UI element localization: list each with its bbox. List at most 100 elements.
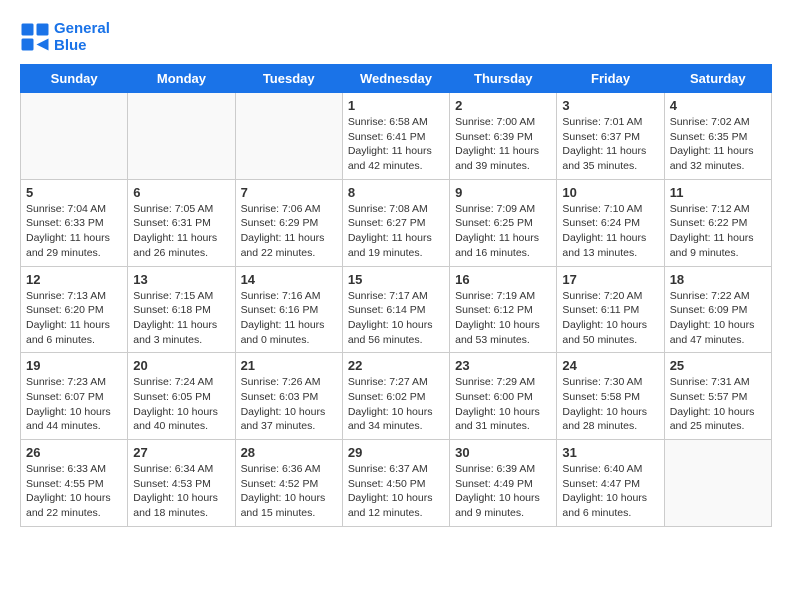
calendar-cell: 14 Sunrise: 7:16 AM Sunset: 6:16 PM Dayli… [235, 266, 342, 353]
day-number: 31 [562, 445, 658, 460]
day-info: Sunrise: 7:26 AM Sunset: 6:03 PM Dayligh… [241, 375, 337, 434]
week-row-0: 1Sunrise: 6:58 AM Sunset: 6:41 PM Daylig… [21, 93, 772, 180]
calendar-cell: 25Sunrise: 7:31 AM Sunset: 5:57 PM Dayli… [664, 353, 771, 440]
calendar-table: SundayMondayTuesdayWednesdayThursdayFrid… [20, 64, 772, 527]
day-number: 8 [348, 185, 444, 200]
calendar-cell: 23 Sunrise: 7:29 AM Sunset: 6:00 PM Dayli… [450, 353, 557, 440]
week-row-3: 19 Sunrise: 7:23 AM Sunset: 6:07 PM Dayli… [21, 353, 772, 440]
day-headers-row: SundayMondayTuesdayWednesdayThursdayFrid… [21, 65, 772, 93]
week-row-2: 12 Sunrise: 7:13 AM Sunset: 6:20 PM Dayli… [21, 266, 772, 353]
day-info: Sunrise: 7:20 AM Sunset: 6:11 PM Dayligh… [562, 289, 658, 348]
day-header-tuesday: Tuesday [235, 65, 342, 93]
day-info: Sunrise: 7:16 AM Sunset: 6:16 PM Dayligh… [241, 289, 337, 348]
page-header: GeneralBlue [20, 20, 772, 54]
calendar-cell: 5Sunrise: 7:04 AM Sunset: 6:33 PM Daylig… [21, 179, 128, 266]
day-header-saturday: Saturday [664, 65, 771, 93]
calendar-cell: 17 Sunrise: 7:20 AM Sunset: 6:11 PM Dayli… [557, 266, 664, 353]
day-number: 25 [670, 358, 766, 373]
day-info: Sunrise: 6:37 AM Sunset: 4:50 PM Dayligh… [348, 462, 444, 521]
calendar-cell [128, 93, 235, 180]
day-number: 23 [455, 358, 551, 373]
day-info: Sunrise: 7:22 AM Sunset: 6:09 PM Dayligh… [670, 289, 766, 348]
day-number: 18 [670, 272, 766, 287]
day-number: 4 [670, 98, 766, 113]
day-info: Sunrise: 7:00 AM Sunset: 6:39 PM Dayligh… [455, 115, 551, 174]
calendar-cell: 24 Sunrise: 7:30 AM Sunset: 5:58 PM Dayli… [557, 353, 664, 440]
calendar-cell: 26 Sunrise: 6:33 AM Sunset: 4:55 PM Dayli… [21, 440, 128, 527]
calendar-cell: 19 Sunrise: 7:23 AM Sunset: 6:07 PM Dayli… [21, 353, 128, 440]
day-number: 6 [133, 185, 229, 200]
calendar-cell [235, 93, 342, 180]
day-info: Sunrise: 7:30 AM Sunset: 5:58 PM Dayligh… [562, 375, 658, 434]
day-info: Sunrise: 7:10 AM Sunset: 6:24 PM Dayligh… [562, 202, 658, 261]
day-number: 26 [26, 445, 122, 460]
day-info: Sunrise: 7:23 AM Sunset: 6:07 PM Dayligh… [26, 375, 122, 434]
calendar-cell: 27 Sunrise: 6:34 AM Sunset: 4:53 PM Dayli… [128, 440, 235, 527]
day-number: 20 [133, 358, 229, 373]
day-header-wednesday: Wednesday [342, 65, 449, 93]
day-number: 22 [348, 358, 444, 373]
calendar-cell: 28Sunrise: 6:36 AM Sunset: 4:52 PM Dayli… [235, 440, 342, 527]
calendar-cell: 18 Sunrise: 7:22 AM Sunset: 6:09 PM Dayli… [664, 266, 771, 353]
day-info: Sunrise: 7:15 AM Sunset: 6:18 PM Dayligh… [133, 289, 229, 348]
calendar-cell: 16Sunrise: 7:19 AM Sunset: 6:12 PM Dayli… [450, 266, 557, 353]
day-number: 28 [241, 445, 337, 460]
calendar-cell: 4Sunrise: 7:02 AM Sunset: 6:35 PM Daylig… [664, 93, 771, 180]
calendar-cell [664, 440, 771, 527]
day-number: 12 [26, 272, 122, 287]
calendar-cell: 3Sunrise: 7:01 AM Sunset: 6:37 PM Daylig… [557, 93, 664, 180]
calendar-cell: 7 Sunrise: 7:06 AM Sunset: 6:29 PM Daylig… [235, 179, 342, 266]
day-info: Sunrise: 6:33 AM Sunset: 4:55 PM Dayligh… [26, 462, 122, 521]
day-number: 14 [241, 272, 337, 287]
calendar-cell: 22 Sunrise: 7:27 AM Sunset: 6:02 PM Dayli… [342, 353, 449, 440]
day-info: Sunrise: 7:08 AM Sunset: 6:27 PM Dayligh… [348, 202, 444, 261]
day-number: 19 [26, 358, 122, 373]
day-info: Sunrise: 6:40 AM Sunset: 4:47 PM Dayligh… [562, 462, 658, 521]
calendar-cell: 12 Sunrise: 7:13 AM Sunset: 6:20 PM Dayli… [21, 266, 128, 353]
day-info: Sunrise: 7:29 AM Sunset: 6:00 PM Dayligh… [455, 375, 551, 434]
day-number: 21 [241, 358, 337, 373]
day-number: 17 [562, 272, 658, 287]
calendar-cell: 11Sunrise: 7:12 AM Sunset: 6:22 PM Dayli… [664, 179, 771, 266]
week-row-4: 26 Sunrise: 6:33 AM Sunset: 4:55 PM Dayli… [21, 440, 772, 527]
calendar-cell: 21 Sunrise: 7:26 AM Sunset: 6:03 PM Dayli… [235, 353, 342, 440]
calendar-cell: 10 Sunrise: 7:10 AM Sunset: 6:24 PM Dayli… [557, 179, 664, 266]
logo: GeneralBlue [20, 20, 110, 54]
day-number: 24 [562, 358, 658, 373]
day-number: 27 [133, 445, 229, 460]
day-number: 29 [348, 445, 444, 460]
day-info: Sunrise: 6:39 AM Sunset: 4:49 PM Dayligh… [455, 462, 551, 521]
day-info: Sunrise: 7:09 AM Sunset: 6:25 PM Dayligh… [455, 202, 551, 261]
day-info: Sunrise: 7:17 AM Sunset: 6:14 PM Dayligh… [348, 289, 444, 348]
day-info: Sunrise: 7:24 AM Sunset: 6:05 PM Dayligh… [133, 375, 229, 434]
calendar-cell [21, 93, 128, 180]
day-info: Sunrise: 7:06 AM Sunset: 6:29 PM Dayligh… [241, 202, 337, 261]
day-number: 16 [455, 272, 551, 287]
logo-name: GeneralBlue [54, 20, 110, 54]
day-number: 10 [562, 185, 658, 200]
logo-icon [20, 22, 50, 52]
day-info: Sunrise: 7:04 AM Sunset: 6:33 PM Dayligh… [26, 202, 122, 261]
day-number: 15 [348, 272, 444, 287]
day-number: 30 [455, 445, 551, 460]
day-number: 7 [241, 185, 337, 200]
day-info: Sunrise: 7:13 AM Sunset: 6:20 PM Dayligh… [26, 289, 122, 348]
day-info: Sunrise: 6:58 AM Sunset: 6:41 PM Dayligh… [348, 115, 444, 174]
calendar-cell: 6 Sunrise: 7:05 AM Sunset: 6:31 PM Daylig… [128, 179, 235, 266]
day-info: Sunrise: 7:12 AM Sunset: 6:22 PM Dayligh… [670, 202, 766, 261]
calendar-cell: 15 Sunrise: 7:17 AM Sunset: 6:14 PM Dayli… [342, 266, 449, 353]
calendar-cell: 20 Sunrise: 7:24 AM Sunset: 6:05 PM Dayli… [128, 353, 235, 440]
day-info: Sunrise: 7:05 AM Sunset: 6:31 PM Dayligh… [133, 202, 229, 261]
day-header-friday: Friday [557, 65, 664, 93]
day-header-monday: Monday [128, 65, 235, 93]
day-info: Sunrise: 6:34 AM Sunset: 4:53 PM Dayligh… [133, 462, 229, 521]
day-header-thursday: Thursday [450, 65, 557, 93]
calendar-cell: 9Sunrise: 7:09 AM Sunset: 6:25 PM Daylig… [450, 179, 557, 266]
day-header-sunday: Sunday [21, 65, 128, 93]
day-number: 13 [133, 272, 229, 287]
calendar-cell: 8 Sunrise: 7:08 AM Sunset: 6:27 PM Daylig… [342, 179, 449, 266]
calendar-cell: 13 Sunrise: 7:15 AM Sunset: 6:18 PM Dayli… [128, 266, 235, 353]
calendar-cell: 30 Sunrise: 6:39 AM Sunset: 4:49 PM Dayli… [450, 440, 557, 527]
day-info: Sunrise: 7:27 AM Sunset: 6:02 PM Dayligh… [348, 375, 444, 434]
calendar-cell: 2Sunrise: 7:00 AM Sunset: 6:39 PM Daylig… [450, 93, 557, 180]
